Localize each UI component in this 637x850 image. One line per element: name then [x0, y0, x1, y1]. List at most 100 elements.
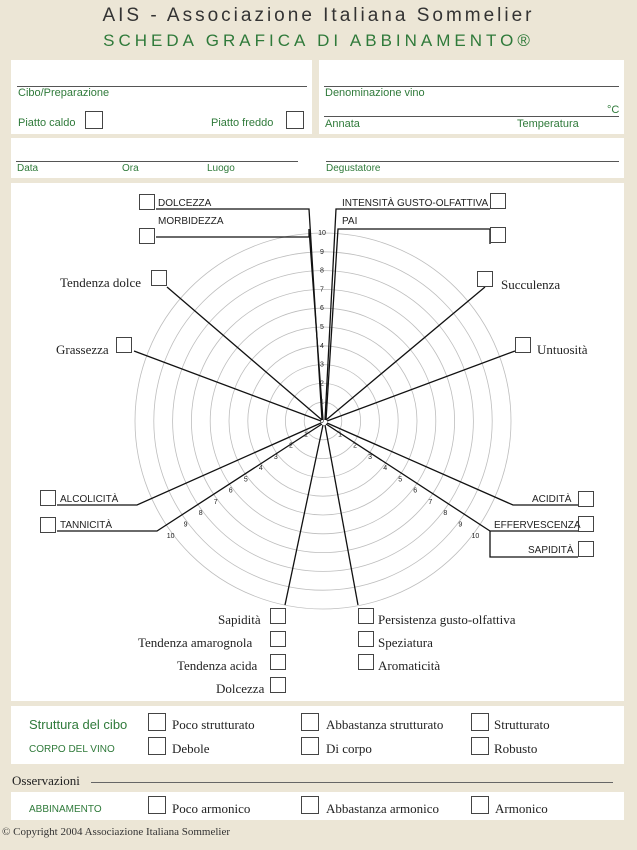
- grassezza-label: Grassezza: [56, 342, 109, 357]
- robusto-checkbox[interactable]: [471, 737, 489, 755]
- alcolicita-checkbox[interactable]: [40, 490, 56, 506]
- spoke-tendenza-dolce: [166, 286, 323, 421]
- sapidita-right-label: SAPIDITÀ: [528, 545, 574, 556]
- tendenza-acida-checkbox[interactable]: [270, 654, 286, 670]
- abbastanza-strutturato-checkbox[interactable]: [301, 713, 319, 731]
- debole-label: Debole: [172, 741, 210, 756]
- intensita-checkbox[interactable]: [490, 193, 506, 209]
- aromaticita-label: Aromaticità: [378, 658, 441, 673]
- scale-tick-label: 7: [428, 499, 432, 506]
- dolcezza-checkbox[interactable]: [270, 677, 286, 693]
- dolcezza-label: Dolcezza: [216, 681, 265, 696]
- spoke-untuosita: [326, 350, 516, 422]
- succulenza-checkbox[interactable]: [477, 271, 493, 287]
- grassezza-checkbox[interactable]: [116, 337, 132, 353]
- scale-tick-label: 0: [320, 418, 324, 425]
- untuosita-label: Untuosità: [537, 342, 588, 357]
- scale-tick-label: 6: [413, 488, 417, 495]
- strutturato-label: Strutturato: [494, 717, 550, 732]
- tendenza-acida-label: Tendenza acida: [177, 658, 258, 673]
- scale-tick-label: 8: [320, 268, 324, 275]
- scale-tick-label: 3: [320, 362, 324, 369]
- poco-strutturato-checkbox[interactable]: [148, 713, 166, 731]
- persistenza-checkbox[interactable]: [358, 608, 374, 624]
- scale-tick-label: 7: [320, 286, 324, 293]
- speziatura-checkbox[interactable]: [358, 631, 374, 647]
- scale-tick-label: 5: [398, 476, 402, 483]
- alcolicita-label: ALCOLICITÀ: [60, 494, 119, 505]
- sapidita-label: Sapidità: [218, 612, 261, 627]
- scale-tick-label: 10: [167, 533, 175, 540]
- scale-tick-label: 3: [368, 454, 372, 461]
- morbidezza-label: MORBIDEZZA: [158, 216, 224, 227]
- abbastanza-armonico-checkbox[interactable]: [301, 796, 319, 814]
- copyright: © Copyright 2004 Associazione Italiana S…: [2, 826, 231, 838]
- spoke-alcolicita: [57, 422, 322, 506]
- scale-tick-label: 8: [443, 510, 447, 517]
- scale-tick-label: 9: [458, 522, 462, 529]
- armonico-label: Armonico: [495, 801, 548, 816]
- struttura-label: Struttura del cibo: [29, 717, 128, 732]
- scale-tick-label: 5: [320, 324, 324, 331]
- tendenza-amarognola-label: Tendenza amarognola: [138, 635, 253, 650]
- spoke-succulenza: [325, 286, 486, 421]
- scale-tick-label: 2: [320, 380, 324, 387]
- effervescenza-label: EFFERVESCENZA: [494, 520, 581, 531]
- scale-tick-label: 9: [184, 522, 188, 529]
- abbastanza-strutturato-label: Abbastanza strutturato: [326, 717, 444, 732]
- poco-strutturato-label: Poco strutturato: [172, 717, 255, 732]
- acidita-label: ACIDITÀ: [532, 494, 572, 505]
- osservazioni-label: Osservazioni: [12, 773, 80, 788]
- scale-tick-label: 1: [338, 431, 342, 438]
- scale-tick-label: 2: [353, 443, 357, 450]
- dolcezza-top-checkbox[interactable]: [139, 194, 155, 210]
- di-corpo-label: Di corpo: [326, 741, 372, 756]
- di-corpo-checkbox[interactable]: [301, 737, 319, 755]
- tannicita-label: TANNICITÀ: [60, 520, 113, 531]
- scale-tick-label: 2: [289, 443, 293, 450]
- acidita-checkbox[interactable]: [578, 491, 594, 507]
- dolcezza-top-label: DOLCEZZA: [158, 198, 212, 209]
- untuosita-checkbox[interactable]: [515, 337, 531, 353]
- scale-tick-label: 7: [214, 499, 218, 506]
- persistenza-label: Persistenza gusto-olfattiva: [378, 612, 516, 627]
- scale-tick-label: 4: [259, 465, 263, 472]
- sapidita-right-checkbox[interactable]: [578, 541, 594, 557]
- scale-tick-label: 6: [229, 488, 233, 495]
- spoke-dolcezza: [156, 208, 323, 421]
- corpo-label: CORPO DEL VINO: [29, 744, 115, 755]
- poco-armonico-label: Poco armonico: [172, 801, 251, 816]
- armonico-checkbox[interactable]: [471, 796, 489, 814]
- scale-tick-label: 10: [318, 230, 326, 237]
- sapidita-checkbox[interactable]: [270, 608, 286, 624]
- morbidezza-checkbox[interactable]: [139, 228, 155, 244]
- tendenza-dolce-label: Tendenza dolce: [60, 275, 142, 290]
- pai-checkbox[interactable]: [490, 227, 506, 243]
- osservazioni-line[interactable]: [91, 782, 613, 783]
- scale-tick-label: 9: [320, 249, 324, 256]
- pai-label: PAI: [342, 216, 358, 227]
- scale-tick-label: 3: [274, 454, 278, 461]
- speziatura-label: Speziatura: [378, 635, 433, 650]
- scale-tick-label: 1: [320, 399, 324, 406]
- intensita-label: INTENSITÀ GUSTO-OLFATTIVA: [342, 198, 489, 209]
- debole-checkbox[interactable]: [148, 737, 166, 755]
- scale-tick-label: 6: [320, 305, 324, 312]
- tendenza-dolce-checkbox[interactable]: [151, 270, 167, 286]
- strutturato-checkbox[interactable]: [471, 713, 489, 731]
- tannicita-checkbox[interactable]: [40, 517, 56, 533]
- abbastanza-armonico-label: Abbastanza armonico: [326, 801, 439, 816]
- abbinamento-panel: ABBINAMENTO Poco armonico Abbastanza arm…: [11, 792, 624, 820]
- robusto-label: Robusto: [494, 741, 538, 756]
- aromaticita-checkbox[interactable]: [358, 654, 374, 670]
- spoke-intensita: [324, 208, 490, 421]
- tendenza-amarognola-checkbox[interactable]: [270, 631, 286, 647]
- scale-tick-label: 4: [320, 343, 324, 350]
- scale-tick-label: 10: [472, 533, 480, 540]
- poco-armonico-checkbox[interactable]: [148, 796, 166, 814]
- succulenza-label: Succulenza: [501, 277, 561, 292]
- scale-tick-label: 4: [383, 465, 387, 472]
- abbinamento-label: ABBINAMENTO: [29, 804, 102, 815]
- struttura-panel: Struttura del cibo Poco strutturato Abba…: [11, 706, 624, 764]
- scale-tick-label: 5: [244, 476, 248, 483]
